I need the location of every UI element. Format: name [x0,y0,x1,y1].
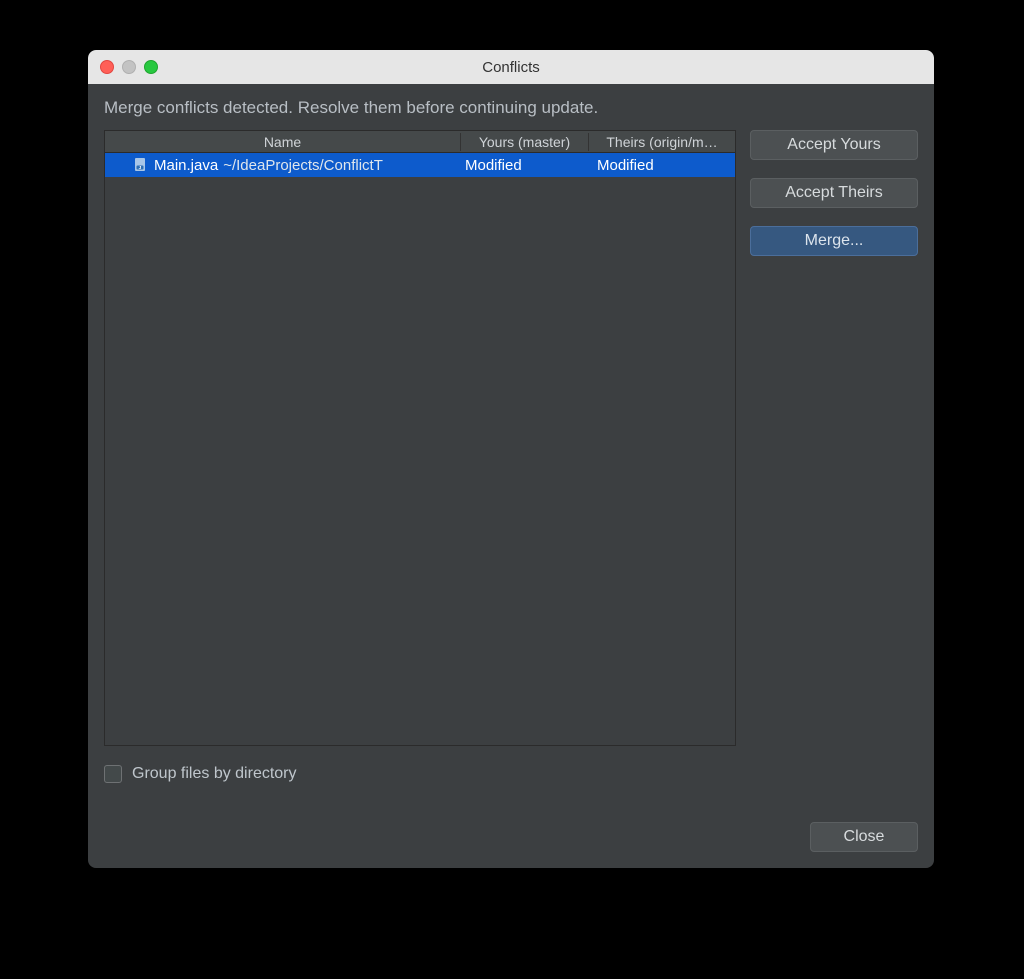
merge-button[interactable]: Merge... [750,226,918,256]
conflict-message: Merge conflicts detected. Resolve them b… [104,98,918,118]
table-row[interactable]: J Main.java ~/IdeaProjects/ConflictT Mod… [105,153,735,177]
conflicts-table[interactable]: Name Yours (master) Theirs (origin/m… J [104,130,736,746]
dialog-body: Merge conflicts detected. Resolve them b… [88,84,934,868]
cell-name: J Main.java ~/IdeaProjects/ConflictT [105,157,461,174]
file-path: ~/IdeaProjects/ConflictT [223,157,383,174]
cell-yours: Modified [461,157,589,174]
footer-options: Group files by directory [104,760,918,788]
table-header: Name Yours (master) Theirs (origin/m… [105,131,735,153]
window-controls [100,60,158,74]
group-files-checkbox[interactable] [104,765,122,783]
cell-theirs: Modified [589,157,735,174]
filename: Main.java [154,157,218,174]
conflicts-dialog: Conflicts Merge conflicts detected. Reso… [88,50,934,868]
accept-theirs-button[interactable]: Accept Theirs [750,178,918,208]
table-body: J Main.java ~/IdeaProjects/ConflictT Mod… [105,153,735,745]
zoom-window-button[interactable] [144,60,158,74]
accept-yours-button[interactable]: Accept Yours [750,130,918,160]
column-header-name[interactable]: Name [105,133,461,151]
bottom-bar: Close [104,822,918,852]
close-button[interactable]: Close [810,822,918,852]
column-header-theirs[interactable]: Theirs (origin/m… [589,133,735,151]
svg-text:J: J [139,165,142,171]
window-title: Conflicts [88,59,934,76]
column-header-yours[interactable]: Yours (master) [461,133,589,151]
close-window-button[interactable] [100,60,114,74]
group-files-label[interactable]: Group files by directory [132,765,297,783]
java-file-icon: J [133,157,149,173]
main-content: Name Yours (master) Theirs (origin/m… J [104,130,918,746]
titlebar: Conflicts [88,50,934,84]
action-buttons: Accept Yours Accept Theirs Merge... [750,130,918,746]
minimize-window-button[interactable] [122,60,136,74]
